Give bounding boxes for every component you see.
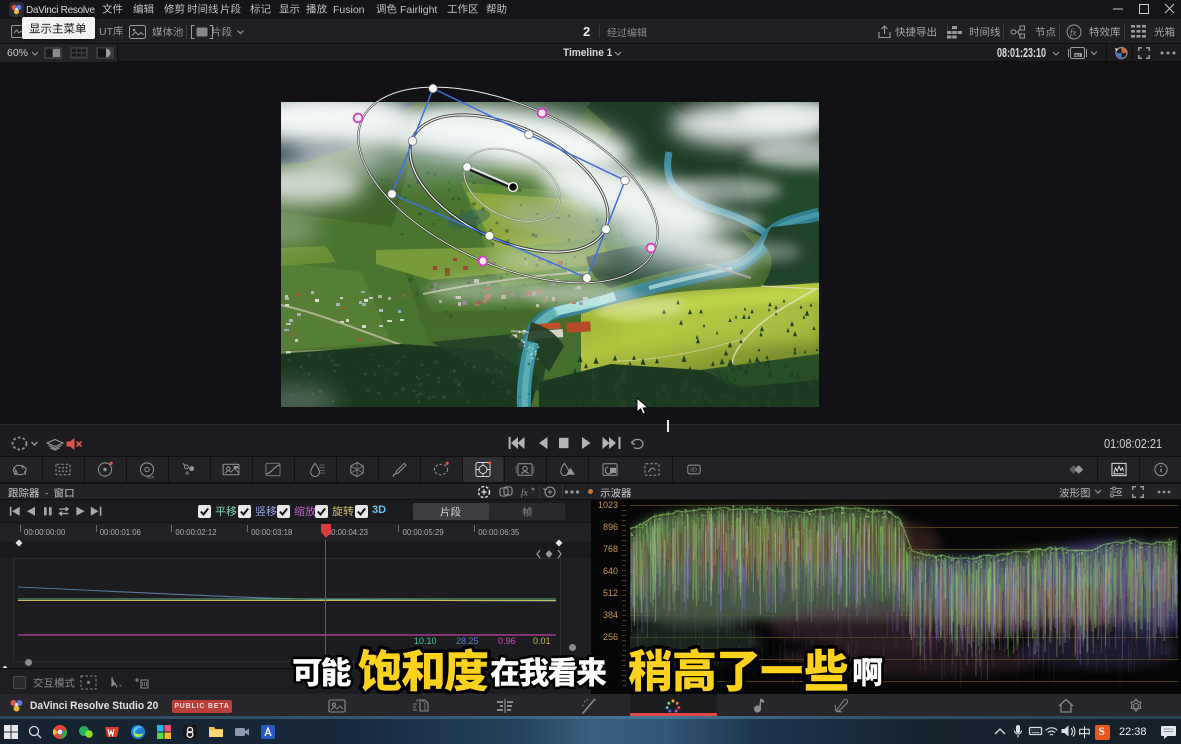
- svg-text:HQ: HQ: [1075, 53, 1081, 57]
- svg-text:fx: fx: [1070, 28, 1077, 38]
- svg-text:HDR: HDR: [147, 475, 155, 479]
- svg-text:3D: 3D: [690, 468, 697, 474]
- svg-text:fx: fx: [521, 488, 529, 499]
